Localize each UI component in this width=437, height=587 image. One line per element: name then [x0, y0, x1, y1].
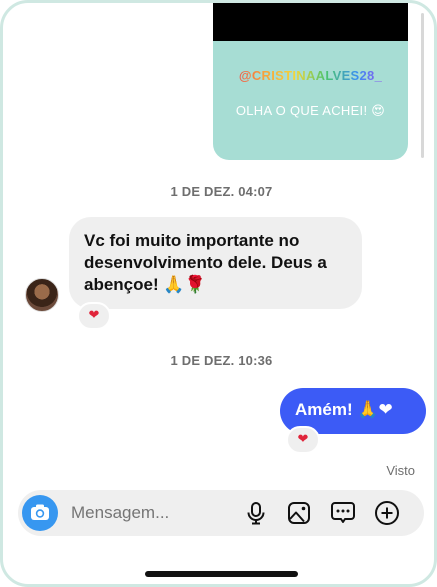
shared-story[interactable]: @CRISTINAALVES28_ OLHA O QUE ACHEI! 😍 — [213, 3, 408, 160]
story-caption: OLHA O QUE ACHEI! 😍 — [213, 103, 408, 119]
message-composer — [18, 490, 424, 536]
seen-status: Visto — [386, 463, 415, 478]
message-line: desenvolvimento dele. Deus a — [84, 253, 327, 272]
camera-button[interactable] — [22, 495, 58, 531]
incoming-message-text: Vc foi muito importante no desenvolvimen… — [84, 230, 352, 296]
sticker-icon[interactable] — [329, 499, 357, 527]
message-input[interactable] — [71, 503, 231, 523]
message-emojis: 🙏❤ — [357, 400, 393, 420]
avatar[interactable] — [25, 278, 59, 312]
story-username: @CRISTINAALVES28_ — [233, 65, 388, 86]
heart-reaction-icon[interactable]: ❤ — [77, 302, 111, 330]
message-line: abençoe! 🙏🌹 — [84, 274, 352, 296]
message-line: Vc foi muito importante no — [84, 231, 300, 250]
story-media-top — [213, 3, 408, 41]
scrollbar[interactable] — [421, 13, 424, 158]
timestamp: 1 DE DEZ. 10:36 — [170, 353, 273, 368]
outgoing-message-text: Amém! 🙏❤ — [295, 400, 393, 420]
microphone-icon[interactable] — [242, 499, 270, 527]
gallery-icon[interactable] — [285, 499, 313, 527]
home-indicator[interactable] — [145, 571, 298, 577]
timestamp: 1 DE DEZ. 04:07 — [170, 184, 273, 199]
story-username-sticker: @CRISTINAALVES28_ — [213, 65, 408, 86]
message-text: Amém! — [295, 400, 353, 419]
story-caption-emoji: 😍 — [371, 104, 386, 119]
add-icon[interactable] — [373, 499, 401, 527]
message-emojis: 🙏🌹 — [163, 275, 206, 295]
chat-screen: @CRISTINAALVES28_ OLHA O QUE ACHEI! 😍 1 … — [0, 0, 437, 587]
heart-reaction-icon[interactable]: ❤ — [286, 426, 320, 454]
message-line-text: abençoe! — [84, 275, 159, 294]
incoming-message-bubble[interactable]: Vc foi muito importante no desenvolvimen… — [69, 217, 362, 309]
story-caption-text: OLHA O QUE ACHEI! — [235, 103, 368, 118]
camera-icon — [31, 504, 49, 520]
